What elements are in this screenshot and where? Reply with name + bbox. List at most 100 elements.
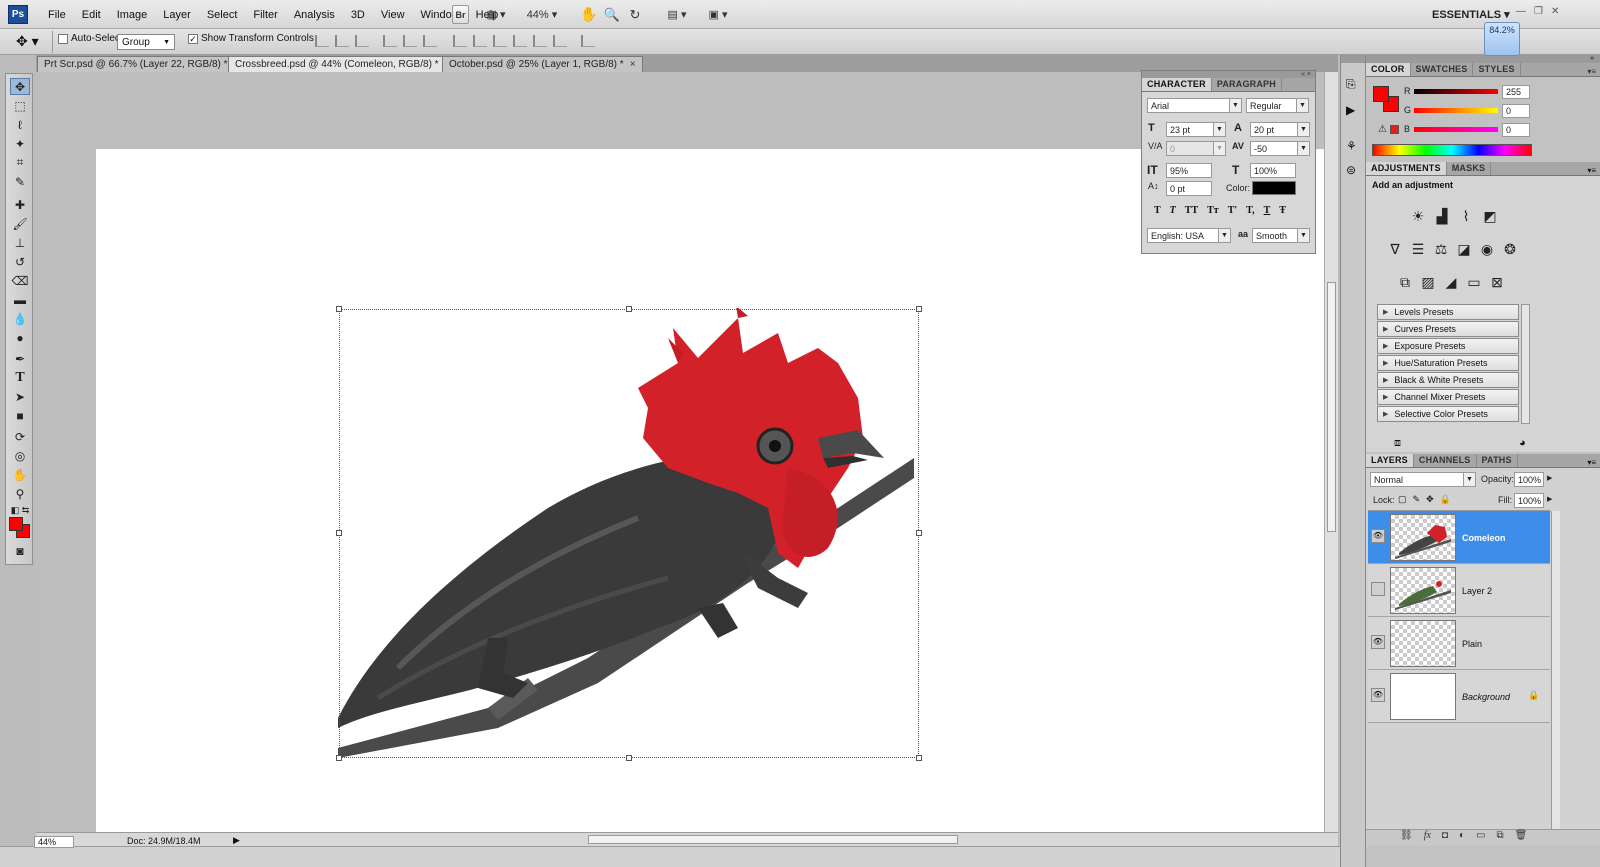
horizontal-scrollbar[interactable]	[36, 832, 1338, 846]
preset-hue-saturation[interactable]: ▶ Hue/Saturation Presets	[1377, 355, 1519, 371]
3d-rotate-tool-icon[interactable]: ⟳	[10, 428, 30, 445]
magic-wand-tool-icon[interactable]: ✦	[10, 135, 30, 152]
all-caps-button[interactable]: TT	[1185, 205, 1198, 216]
blend-mode-select[interactable]: Normal ▼	[1370, 472, 1476, 487]
visibility-eye-icon[interactable]: 👁	[1371, 635, 1385, 649]
channel-mixer-icon[interactable]: ❂	[1500, 240, 1520, 258]
dodge-tool-icon[interactable]: ●	[10, 329, 30, 346]
transform-bounding-box[interactable]	[336, 306, 922, 761]
bridge-button[interactable]: Br	[452, 5, 469, 24]
transform-handle[interactable]	[916, 530, 922, 536]
tab-styles[interactable]: STYLES	[1473, 63, 1521, 76]
brush-tool-icon[interactable]: 🖌	[10, 215, 30, 232]
transform-handle[interactable]	[336, 530, 342, 536]
preset-curves[interactable]: ▶ Curves Presets	[1377, 321, 1519, 337]
gradient-map-icon[interactable]: ▭	[1464, 273, 1484, 291]
lock-transparency-icon[interactable]: ▢	[1398, 494, 1407, 505]
antialias-select[interactable]: Smooth ▼	[1252, 228, 1310, 243]
move-tool-preset-icon[interactable]: ✥ ▾	[16, 33, 39, 50]
zoom-level-dropdown[interactable]: 44% ▾	[522, 5, 562, 24]
horizontal-scale-field[interactable]: 100%	[1250, 163, 1296, 178]
auto-select-toggle[interactable]: Auto-Select:	[58, 33, 125, 44]
move-tool-icon[interactable]: ✥	[10, 78, 30, 95]
visibility-toggle-empty[interactable]	[1371, 582, 1385, 596]
doc-tab-prt-scr[interactable]: Prt Scr.psd @ 66.7% (Layer 22, RGB/8) *×	[37, 56, 247, 72]
underline-button[interactable]: T	[1264, 205, 1271, 216]
link-layers-icon[interactable]: ⛓	[1400, 830, 1413, 841]
show-transform-toggle[interactable]: ✓ Show Transform Controls	[188, 33, 314, 44]
menu-edit[interactable]: Edit	[74, 9, 109, 21]
opacity-slider-arrow-icon[interactable]: ▶	[1547, 474, 1552, 482]
color-balance-icon[interactable]: ⚖	[1431, 240, 1451, 258]
close-icon[interactable]: ×	[630, 59, 636, 70]
panel-strip-header[interactable]	[1341, 55, 1365, 63]
menu-view[interactable]: View	[373, 9, 413, 21]
green-value-field[interactable]: 0	[1502, 104, 1530, 118]
layer-row-background[interactable]: 👁 Background 🔒	[1368, 670, 1550, 723]
menu-select[interactable]: Select	[199, 9, 246, 21]
red-slider[interactable]	[1414, 89, 1498, 94]
clip-to-layer-icon[interactable]: ⧈	[1394, 437, 1401, 450]
panel-menu-icon[interactable]: ▾≡	[1587, 166, 1600, 175]
lock-pixels-icon[interactable]: ✎	[1413, 494, 1421, 505]
path-selection-tool-icon[interactable]: ➤	[10, 388, 30, 405]
preset-channel-mixer[interactable]: ▶ Channel Mixer Presets	[1377, 389, 1519, 405]
close-icon[interactable]: ✕	[1551, 6, 1559, 17]
vertical-scrollbar[interactable]	[1324, 72, 1338, 832]
menu-image[interactable]: Image	[109, 9, 156, 21]
tab-adjustments[interactable]: ADJUSTMENTS	[1366, 162, 1447, 175]
panel-collapse-bar[interactable]: « ×	[1142, 71, 1315, 78]
visibility-eye-icon[interactable]: 👁	[1371, 529, 1385, 543]
subscript-button[interactable]: T,	[1246, 205, 1254, 216]
zoom-tool-icon[interactable]: 🔍	[603, 5, 621, 24]
tab-color[interactable]: COLOR	[1366, 63, 1411, 76]
menu-filter[interactable]: Filter	[245, 9, 285, 21]
layer-row-plain[interactable]: 👁 Plain	[1368, 617, 1550, 670]
photo-filter-icon[interactable]: ◉	[1477, 240, 1497, 258]
menu-analysis[interactable]: Analysis	[286, 9, 343, 21]
green-slider[interactable]	[1414, 108, 1498, 113]
opacity-field[interactable]: 100%	[1514, 472, 1544, 487]
levels-icon[interactable]: ▟	[1432, 207, 1452, 225]
minimize-icon[interactable]: —	[1516, 6, 1526, 17]
brightness-contrast-icon[interactable]: ☀	[1408, 207, 1428, 225]
menu-3d[interactable]: 3D	[343, 9, 373, 21]
new-group-icon[interactable]: ▭	[1476, 830, 1485, 841]
vertical-scale-field[interactable]: 95%	[1166, 163, 1212, 178]
tab-paths[interactable]: PATHS	[1477, 454, 1518, 467]
baseline-shift-field[interactable]: 0 pt	[1166, 181, 1212, 196]
color-foreground-swatch[interactable]	[1373, 86, 1389, 102]
lasso-tool-icon[interactable]: ℓ	[10, 116, 30, 133]
new-layer-icon[interactable]: ⧉	[1496, 830, 1503, 841]
panel-menu-icon[interactable]: ▾≡	[1587, 67, 1600, 76]
align-hcenter-icon[interactable]	[403, 35, 417, 47]
transform-handle[interactable]	[626, 755, 632, 761]
align-left-icon[interactable]	[383, 35, 397, 47]
quick-mask-icon[interactable]: ◙	[10, 542, 30, 559]
reset-adjustment-icon[interactable]: ◕	[1519, 437, 1526, 449]
visibility-eye-icon[interactable]: 👁	[1371, 688, 1385, 702]
transform-handle[interactable]	[336, 755, 342, 761]
black-white-icon[interactable]: ◪	[1454, 240, 1474, 258]
transform-handle[interactable]	[626, 306, 632, 312]
show-transform-checkbox[interactable]: ✓	[188, 33, 198, 44]
zoom-tool-icon[interactable]: ⚲	[10, 485, 30, 502]
exposure-icon[interactable]: ◩	[1480, 207, 1500, 225]
delete-layer-icon[interactable]: 🗑	[1515, 830, 1528, 841]
eraser-tool-icon[interactable]: ⌫	[10, 272, 30, 289]
crop-tool-icon[interactable]: ⌗	[10, 154, 30, 171]
lock-all-icon[interactable]: 🔒	[1440, 494, 1451, 505]
eyedropper-tool-icon[interactable]: ✎	[10, 173, 30, 190]
superscript-button[interactable]: T'	[1228, 205, 1237, 216]
distribute-top-icon[interactable]	[453, 35, 467, 47]
blue-slider[interactable]	[1414, 127, 1498, 132]
clone-source-panel-icon[interactable]: ⊜	[1346, 163, 1356, 177]
invert-icon[interactable]: ⧉	[1395, 273, 1415, 291]
gamut-warning-icon[interactable]: ⚠	[1378, 124, 1387, 135]
faux-italic-button[interactable]: T	[1170, 205, 1176, 216]
font-family-select[interactable]: Arial ▼	[1147, 98, 1242, 113]
preset-levels[interactable]: ▶ Levels Presets	[1377, 304, 1519, 320]
preset-selective-color[interactable]: ▶ Selective Color Presets	[1377, 406, 1519, 422]
layer-row-comeleon[interactable]: 👁 Comeleon	[1368, 511, 1550, 564]
align-right-icon[interactable]	[423, 35, 437, 47]
